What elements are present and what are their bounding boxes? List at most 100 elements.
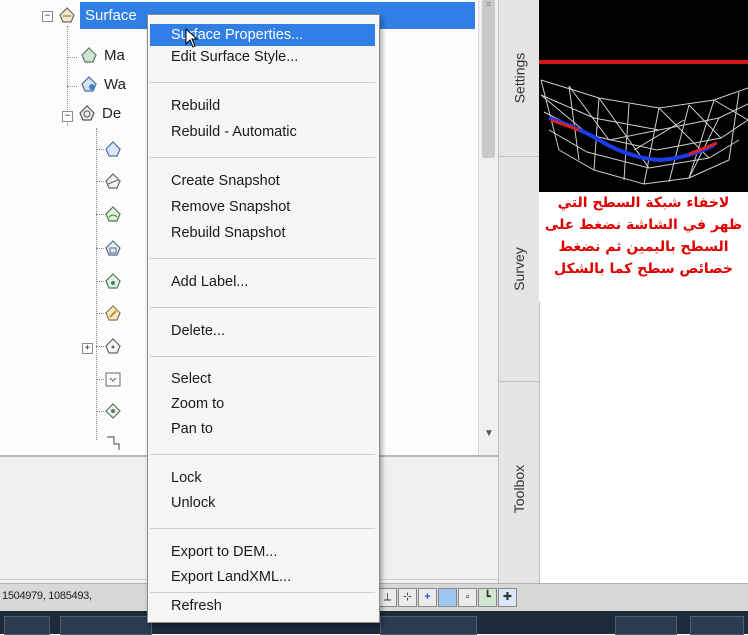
tree-item-label: Wa — [104, 75, 126, 93]
menu-item-label: Remove Snapshot — [171, 199, 291, 215]
drawing-viewport[interactable] — [539, 0, 748, 192]
point-data-icon[interactable] — [104, 402, 122, 420]
dynamic-ucs-icon[interactable] — [438, 588, 457, 607]
tree-line — [96, 313, 104, 314]
tree-item-wa[interactable]: Wa — [80, 75, 126, 93]
point-files-icon[interactable] — [104, 337, 122, 355]
tab-label: Settings — [511, 52, 527, 104]
taskbar-button[interactable] — [615, 616, 677, 635]
annotation-line: خصائص سطح كما بالشكل — [553, 261, 734, 277]
menu-item-label: Rebuild — [171, 98, 221, 114]
annotation-line: لاخفاء شبكة السطح التي — [557, 195, 730, 211]
osnap-tracking-icon[interactable]: + — [418, 588, 437, 607]
menu-item-create-snapshot[interactable]: Create Snapshot — [150, 170, 375, 192]
tab-label: Survey — [511, 247, 528, 291]
menu-item-export-landxml[interactable]: Export LandXML... — [150, 566, 375, 588]
menu-item-rebuild-automatic[interactable]: Rebuild - Automatic — [150, 121, 375, 143]
menu-item-delete[interactable]: Delete... — [150, 320, 375, 342]
expand-toggle[interactable]: + — [82, 343, 93, 354]
menu-item-rebuild[interactable]: Rebuild — [150, 95, 375, 117]
point-groups-icon[interactable] — [104, 370, 122, 388]
surface-context-menu: Surface Properties... Edit Surface Style… — [147, 14, 380, 623]
watershed-icon — [80, 75, 98, 93]
menu-item-label: Refresh — [171, 598, 222, 614]
menu-item-label: Pan to — [171, 421, 213, 437]
mask-icon — [80, 46, 98, 64]
menu-item-pan-to[interactable]: Pan to — [150, 418, 375, 440]
grip-icon: ≡ — [486, 0, 492, 9]
tree-item-de[interactable]: De — [78, 104, 121, 122]
scrollbar-thumb[interactable]: ≡ — [482, 0, 495, 158]
menu-item-label: Unlock — [171, 495, 216, 511]
quick-properties-icon[interactable]: ✚ — [498, 588, 517, 607]
object-snap-icon[interactable]: ⊹ — [398, 588, 417, 607]
definition-icon — [78, 104, 96, 122]
menu-separator — [150, 592, 375, 593]
menu-item-lock[interactable]: Lock — [150, 467, 375, 489]
dem-files-icon[interactable] — [104, 239, 122, 257]
menu-item-label: Delete... — [171, 323, 225, 339]
tree-line — [96, 248, 104, 249]
tab-survey[interactable]: Survey — [499, 157, 539, 382]
menu-item-export-to-dem[interactable]: Export to DEM... — [150, 541, 375, 563]
breaklines-icon[interactable] — [104, 172, 122, 190]
menu-item-surface-properties[interactable]: Surface Properties... — [150, 24, 375, 46]
tab-settings[interactable]: Settings — [499, 0, 539, 157]
menu-item-edit-surface-style[interactable]: Edit Surface Style... — [150, 46, 375, 68]
menu-item-label: Select — [171, 371, 212, 387]
mouse-pointer-icon — [185, 27, 199, 53]
surface-wireframe — [539, 0, 748, 192]
tree-line — [67, 57, 77, 58]
menu-separator — [150, 82, 375, 83]
tree-line — [96, 181, 104, 182]
drawing-objects-icon[interactable] — [104, 272, 122, 290]
edits-icon[interactable] — [104, 304, 122, 322]
tree-line — [67, 86, 77, 87]
menu-separator — [150, 356, 375, 357]
menu-separator — [150, 157, 375, 158]
collapse-toggle[interactable]: − — [42, 11, 53, 22]
scroll-down-arrow-icon[interactable]: ▼ — [484, 428, 494, 439]
palette-side-tabs: Settings Survey Toolbox — [498, 0, 540, 597]
annotation-line: ظهر في الشاشة نضغط على — [544, 217, 743, 233]
menu-separator — [150, 307, 375, 308]
menu-item-label: Rebuild - Automatic — [171, 124, 297, 140]
taskbar-button[interactable] — [690, 616, 744, 635]
menu-item-unlock[interactable]: Unlock — [150, 492, 375, 514]
lineweight-icon[interactable]: ┗ — [478, 588, 497, 607]
tree-item-label: Surface — [85, 7, 137, 24]
menu-item-remove-snapshot[interactable]: Remove Snapshot — [150, 196, 375, 218]
tree-line — [96, 346, 104, 347]
contours-icon[interactable] — [104, 205, 122, 223]
tree-line — [96, 379, 104, 380]
menu-item-label: Export to DEM... — [171, 544, 278, 560]
tree-item-ma[interactable]: Ma — [80, 46, 125, 64]
coordinate-readout: 1504979, 1085493, — [2, 590, 92, 602]
tree-line — [96, 214, 104, 215]
menu-item-refresh[interactable]: Refresh — [150, 595, 375, 617]
taskbar-button[interactable] — [60, 616, 152, 635]
boundaries-icon[interactable] — [104, 140, 122, 158]
polar-tracking-icon[interactable]: ⟂ — [378, 588, 397, 607]
menu-separator — [150, 258, 375, 259]
tree-item-label: Ma — [104, 46, 125, 64]
menu-item-label: Add Label... — [171, 274, 249, 290]
tree-line — [96, 149, 104, 150]
tab-toolbox[interactable]: Toolbox — [499, 382, 539, 597]
tree-line — [96, 411, 104, 412]
collapse-toggle[interactable]: − — [62, 111, 73, 122]
menu-item-zoom-to[interactable]: Zoom to — [150, 393, 375, 415]
menu-item-rebuild-snapshot[interactable]: Rebuild Snapshot — [150, 222, 375, 244]
menu-item-label: Zoom to — [171, 396, 225, 412]
menu-separator — [150, 454, 375, 455]
arabic-annotation: لاخفاء شبكة السطح التي ظهر في الشاشة نضغ… — [539, 192, 748, 302]
tree-scrollbar[interactable]: ≡ ▼ — [478, 0, 499, 455]
taskbar-button[interactable] — [4, 616, 50, 635]
survey-queries-icon[interactable] — [104, 434, 122, 452]
tab-label: Toolbox — [511, 464, 528, 514]
dynamic-input-icon[interactable]: ▫ — [458, 588, 477, 607]
taskbar-button[interactable] — [380, 616, 477, 635]
menu-item-select[interactable]: Select — [150, 368, 375, 390]
menu-item-add-label[interactable]: Add Label... — [150, 271, 375, 293]
tree-line — [96, 128, 97, 440]
